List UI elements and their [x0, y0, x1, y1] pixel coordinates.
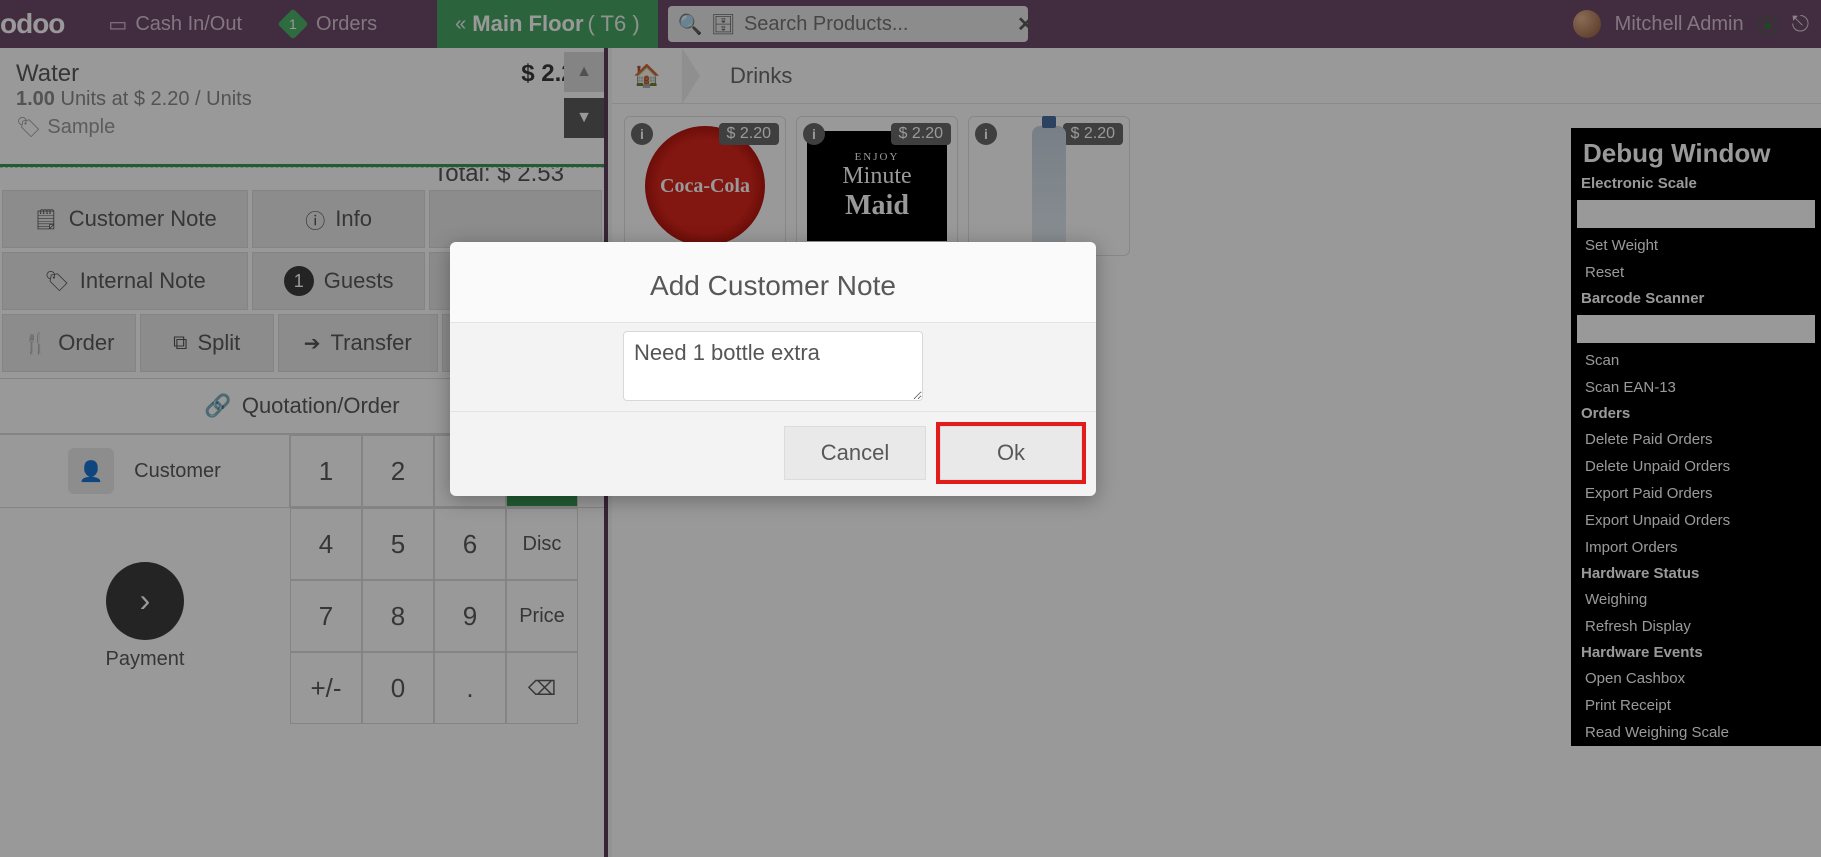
customer-note-modal: Add Customer Note Cancel Ok — [450, 242, 1096, 496]
modal-title: Add Customer Note — [450, 242, 1096, 322]
cancel-button[interactable]: Cancel — [784, 426, 926, 480]
ok-button[interactable]: Ok — [940, 426, 1082, 480]
note-textarea[interactable] — [623, 331, 923, 401]
